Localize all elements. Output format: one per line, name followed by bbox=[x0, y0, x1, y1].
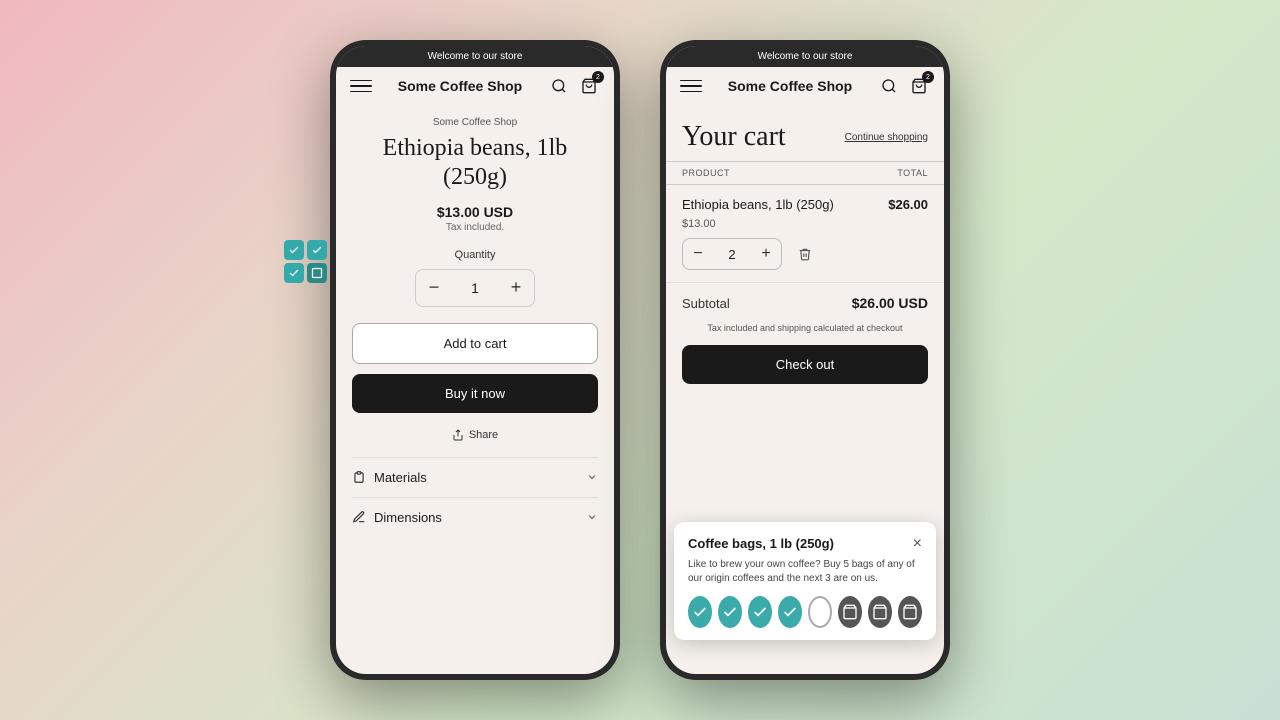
cart-subtotal: Subtotal $26.00 USD bbox=[666, 283, 944, 323]
product-title: Ethiopia beans, 1lb (250g) bbox=[352, 134, 598, 192]
side-icon-1 bbox=[284, 240, 304, 260]
tooltip-icon-4 bbox=[778, 596, 802, 628]
product-price: $13.00 USD bbox=[352, 204, 598, 220]
cart-badge-right: 2 bbox=[922, 71, 934, 83]
cart-quantity-increase[interactable]: + bbox=[751, 239, 781, 269]
continue-shopping-link[interactable]: Continue shopping bbox=[845, 132, 928, 143]
total-col-header: TOTAL bbox=[897, 168, 928, 178]
menu-button-right[interactable] bbox=[680, 75, 702, 97]
cart-item-total: $26.00 bbox=[888, 197, 928, 212]
cart-item-actions: − 2 + bbox=[682, 238, 928, 270]
announcement-bar-right: Welcome to our store bbox=[666, 46, 944, 67]
subtotal-amount: $26.00 USD bbox=[852, 295, 928, 311]
cart-quantity-control: − 2 + bbox=[682, 238, 782, 270]
quantity-label: Quantity bbox=[352, 249, 598, 261]
tooltip-description: Like to brew your own coffee? Buy 5 bags… bbox=[688, 558, 922, 586]
quantity-decrease-button[interactable]: − bbox=[416, 270, 452, 306]
menu-line bbox=[680, 80, 702, 82]
menu-button-left[interactable] bbox=[350, 75, 372, 97]
cart-title: Your cart bbox=[682, 121, 786, 153]
menu-line bbox=[680, 91, 702, 93]
cart-quantity-decrease[interactable]: − bbox=[683, 239, 713, 269]
accordion-materials[interactable]: Materials bbox=[352, 457, 598, 497]
cart-screen: Welcome to our store Some Coffee Shop bbox=[666, 46, 944, 674]
product-content: Some Coffee Shop Ethiopia beans, 1lb (25… bbox=[336, 105, 614, 674]
product-col-header: PRODUCT bbox=[682, 168, 730, 178]
side-icons-panel bbox=[284, 240, 327, 283]
tooltip-icons bbox=[688, 596, 922, 628]
quantity-control: − 1 + bbox=[415, 269, 535, 307]
left-phone: Welcome to our store Some Coffee Shop bbox=[330, 40, 620, 680]
nav-icons-right: 2 bbox=[878, 75, 930, 97]
announcement-bar-left: Welcome to our store bbox=[336, 46, 614, 67]
product-brand: Some Coffee Shop bbox=[352, 117, 598, 128]
tooltip-icon-6 bbox=[838, 596, 862, 628]
tooltip-title: Coffee bags, 1 lb (250g) bbox=[688, 536, 834, 551]
tooltip-icon-2 bbox=[718, 596, 742, 628]
nav-bar-left: Some Coffee Shop 2 bbox=[336, 67, 614, 105]
cart-icon-right[interactable]: 2 bbox=[908, 75, 930, 97]
tooltip-icon-8 bbox=[898, 596, 922, 628]
menu-line bbox=[350, 91, 372, 93]
accordion-dimensions[interactable]: Dimensions bbox=[352, 497, 598, 537]
share-link[interactable]: Share bbox=[352, 429, 598, 441]
product-tax: Tax included. bbox=[352, 222, 598, 233]
buy-now-button[interactable]: Buy it now bbox=[352, 374, 598, 413]
side-icon-2 bbox=[307, 240, 327, 260]
nav-icons-left: 2 bbox=[548, 75, 600, 97]
subtotal-label: Subtotal bbox=[682, 296, 730, 311]
tooltip-icon-5 bbox=[808, 596, 832, 628]
pencil-icon bbox=[352, 510, 366, 524]
product-screen: Welcome to our store Some Coffee Shop bbox=[336, 46, 614, 674]
cart-item-row: Ethiopia beans, 1lb (250g) $26.00 $13.00… bbox=[666, 185, 944, 283]
side-icon-3 bbox=[284, 263, 304, 283]
cart-tax-note: Tax included and shipping calculated at … bbox=[666, 323, 944, 341]
search-icon-left[interactable] bbox=[548, 75, 570, 97]
menu-line bbox=[680, 85, 702, 87]
menu-line bbox=[350, 80, 372, 82]
cart-delete-button[interactable] bbox=[790, 239, 820, 269]
tooltip-icon-1 bbox=[688, 596, 712, 628]
cart-icon-left[interactable]: 2 bbox=[578, 75, 600, 97]
brand-name-left: Some Coffee Shop bbox=[372, 78, 548, 95]
tooltip-icon-7 bbox=[868, 596, 892, 628]
quantity-value: 1 bbox=[452, 280, 498, 296]
chevron-down-icon bbox=[586, 511, 598, 523]
search-icon-right[interactable] bbox=[878, 75, 900, 97]
checkout-button[interactable]: Check out bbox=[682, 345, 928, 384]
cart-table-header: PRODUCT TOTAL bbox=[666, 161, 944, 185]
quantity-increase-button[interactable]: + bbox=[498, 270, 534, 306]
cart-quantity-value: 2 bbox=[713, 247, 751, 262]
side-icon-4 bbox=[307, 263, 327, 283]
right-phone: Welcome to our store Some Coffee Shop bbox=[660, 40, 950, 680]
cart-header: Your cart Continue shopping bbox=[666, 105, 944, 161]
cart-badge-left: 2 bbox=[592, 71, 604, 83]
tooltip-close-button[interactable]: × bbox=[913, 536, 922, 552]
chevron-down-icon bbox=[586, 471, 598, 483]
clipboard-icon bbox=[352, 470, 366, 484]
add-to-cart-button[interactable]: Add to cart bbox=[352, 323, 598, 364]
tooltip-popup: Coffee bags, 1 lb (250g) × Like to brew … bbox=[674, 522, 936, 640]
nav-bar-right: Some Coffee Shop 2 bbox=[666, 67, 944, 105]
cart-item-name: Ethiopia beans, 1lb (250g) bbox=[682, 197, 834, 212]
menu-line bbox=[350, 85, 372, 87]
tooltip-icon-3 bbox=[748, 596, 772, 628]
cart-item-unit-price: $13.00 bbox=[682, 218, 928, 230]
brand-name-right: Some Coffee Shop bbox=[702, 78, 878, 95]
